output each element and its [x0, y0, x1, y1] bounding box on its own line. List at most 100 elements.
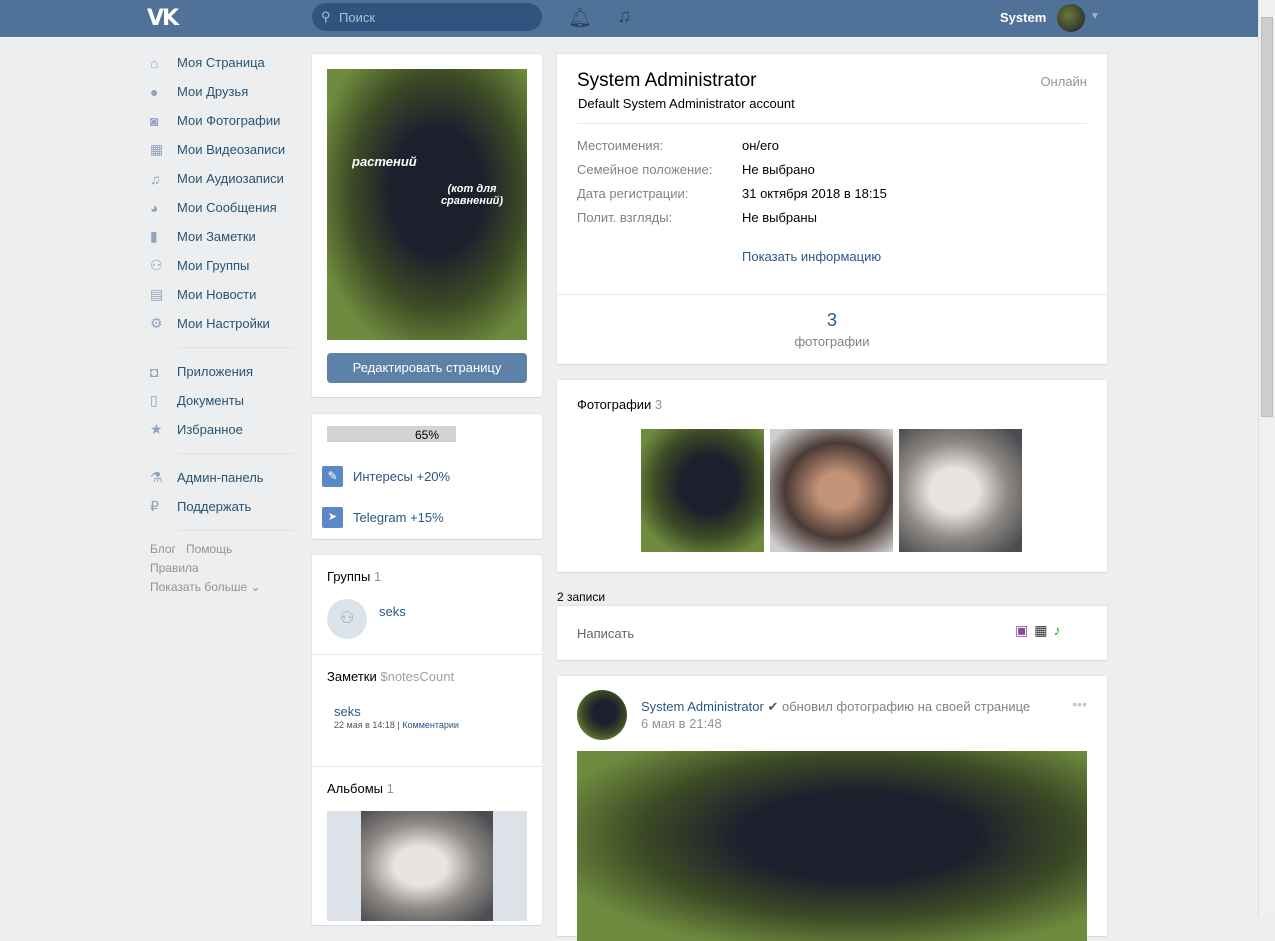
edit-page-button[interactable]: Редактировать страницу	[327, 353, 527, 383]
albums-title: Альбомы	[327, 781, 383, 796]
show-info-link[interactable]: Показать информацию	[742, 249, 881, 264]
gamepad-icon: ◘	[150, 363, 159, 380]
attach-audio-icon[interactable]: ♪	[1053, 622, 1066, 638]
sidebar-item[interactable]: ◙ Мои Фотографии	[150, 106, 295, 135]
completion-item-label: Интересы +20%	[353, 469, 451, 484]
group-link[interactable]: seks	[379, 604, 406, 619]
sidebar-item[interactable]: ★ Избранное	[150, 415, 295, 444]
sidebar-item[interactable]: ⚗ Админ-панель	[150, 463, 295, 492]
albums-header[interactable]: Альбомы 1	[327, 781, 394, 796]
music-icon[interactable]: ♫	[617, 6, 631, 28]
sidebar-item-label: Избранное	[177, 422, 243, 437]
sidebar-item[interactable]: ● Мои Друзья	[150, 77, 295, 106]
sidebar-item-label: Мои Заметки	[177, 229, 256, 244]
completion-progress-bar: 65%	[327, 426, 456, 442]
more-options-icon[interactable]: •••	[1072, 696, 1087, 712]
sidebar-item[interactable]: ₽ Поддержать	[150, 492, 295, 521]
music-icon: ♫	[150, 170, 161, 187]
vk-logo[interactable]: VK	[147, 6, 179, 31]
document-icon: ▯	[150, 392, 158, 408]
profile-info-card: System Administrator Онлайн Default Syst…	[557, 54, 1107, 364]
sidebar-item[interactable]: ⌂ Моя Страница	[150, 48, 295, 77]
write-placeholder[interactable]: Написать	[577, 626, 634, 641]
sidebar-item-label: Админ-панель	[177, 470, 264, 485]
user-icon: ●	[150, 83, 159, 100]
divider	[312, 766, 542, 767]
verified-check-icon: ✔	[767, 699, 779, 714]
sidebar-item-label: Мои Аудиозаписи	[177, 171, 284, 186]
profile-status[interactable]: Default System Administrator account	[578, 96, 795, 111]
sidebar-item-label: Документы	[177, 393, 245, 408]
post-date[interactable]: 6 мая в 21:48	[641, 716, 722, 731]
completion-item-telegram[interactable]: ➤ Telegram +15%	[322, 507, 444, 528]
sidebar-item[interactable]: ▮ Мои Заметки	[150, 222, 295, 251]
online-status: Онлайн	[1040, 74, 1087, 89]
notes-title: Заметки	[327, 669, 377, 684]
photo-thumb[interactable]	[641, 429, 764, 552]
sidebar-item[interactable]: ▦ Мои Видеозаписи	[150, 135, 295, 164]
attach-video-icon[interactable]: ▦	[1034, 622, 1053, 638]
photo-caption: (кот для сравнений)	[440, 183, 504, 207]
avatar[interactable]	[1057, 4, 1085, 32]
profile-photo[interactable]: растений (кот для сравнений)	[327, 69, 527, 340]
profile-name: System Administrator	[577, 70, 757, 91]
bell-icon[interactable]: 🔔︎	[568, 6, 592, 30]
album-photo	[361, 811, 493, 921]
groups-icon: ⚇	[150, 257, 163, 273]
wall-count: 2 записи	[557, 590, 606, 604]
post-author-avatar[interactable]	[577, 690, 627, 740]
profile-completion-card: 65% ✎ Интересы +20% ➤ Telegram +15%	[312, 414, 542, 539]
film-icon: ▦	[150, 141, 164, 157]
notes-icon: ▮	[150, 228, 158, 244]
star-icon: ★	[150, 421, 163, 437]
chat-icon: ◕	[150, 199, 159, 216]
home-icon: ⌂	[150, 54, 159, 71]
photos-header[interactable]: Фотографии 3	[577, 397, 662, 412]
post-photo[interactable]	[577, 751, 1087, 941]
note-link[interactable]: seks	[334, 704, 361, 719]
sidebar-item-label: Моя Страница	[177, 55, 265, 70]
sidebar-item[interactable]: ◘ Приложения	[150, 357, 295, 386]
footer-more-link[interactable]: Показать больше	[150, 580, 247, 594]
notes-header[interactable]: Заметки $notesCount	[327, 669, 454, 684]
sidebar-item[interactable]: ▤ Мои Новости	[150, 280, 295, 309]
sidebar-item-label: Мои Новости	[177, 287, 257, 302]
info-label: Местоимения:	[577, 138, 664, 153]
photo-thumb[interactable]	[770, 429, 893, 552]
photos-title: Фотографии	[577, 397, 652, 412]
scrollbar-thumb[interactable]	[1261, 17, 1273, 417]
progress-label: 65%	[415, 428, 440, 442]
groups-title: Группы	[327, 569, 371, 584]
photo-thumb[interactable]	[899, 429, 1022, 552]
search-input[interactable]: ⚲ Поиск	[312, 3, 542, 31]
groups-header[interactable]: Группы 1	[327, 569, 381, 584]
scrollbar[interactable]	[1258, 0, 1275, 916]
completion-item-interests[interactable]: ✎ Интересы +20%	[322, 466, 450, 487]
edit-icon: ✎	[322, 466, 343, 487]
groups-count: 1	[373, 569, 382, 584]
sidebar-item[interactable]: ▯ Документы	[150, 386, 295, 415]
user-name[interactable]: System	[1000, 10, 1046, 25]
info-row: Дата регистрации: 31 октября 2018 в 18:15	[577, 186, 887, 210]
sidebar-item[interactable]: ♫ Мои Аудиозаписи	[150, 164, 295, 193]
sidebar-item[interactable]: ◕ Мои Сообщения	[150, 193, 295, 222]
sidebar-item[interactable]: ⚇ Мои Группы	[150, 251, 295, 280]
post-composer[interactable]: Написать ▣▦♪	[557, 606, 1107, 660]
info-row: Местоимения: он/его	[577, 138, 887, 162]
footer-blog-link[interactable]: Блог	[150, 542, 176, 556]
footer-rules-link[interactable]: Правила	[150, 561, 199, 575]
counter-label: фотографии	[794, 334, 870, 349]
attach-photo-icon[interactable]: ▣	[1015, 622, 1034, 638]
sidebar-item-label: Мои Фотографии	[177, 113, 281, 128]
info-value: Не выбраны	[742, 210, 817, 225]
photos-count: 3	[654, 397, 663, 412]
note-comments-link[interactable]: Комментарии	[402, 720, 459, 730]
group-avatar-icon[interactable]: ⚇	[327, 599, 367, 639]
photos-counter[interactable]: 3 фотографии	[557, 310, 1107, 349]
chevron-down-icon[interactable]: ▼	[1090, 11, 1100, 22]
album-cover[interactable]	[327, 811, 527, 921]
sidebar-item[interactable]: ⚙ Мои Настройки	[150, 309, 295, 338]
search-placeholder: Поиск	[339, 10, 376, 25]
footer-help-link[interactable]: Помощь	[186, 542, 232, 556]
post-author-link[interactable]: System Administrator	[641, 699, 764, 714]
